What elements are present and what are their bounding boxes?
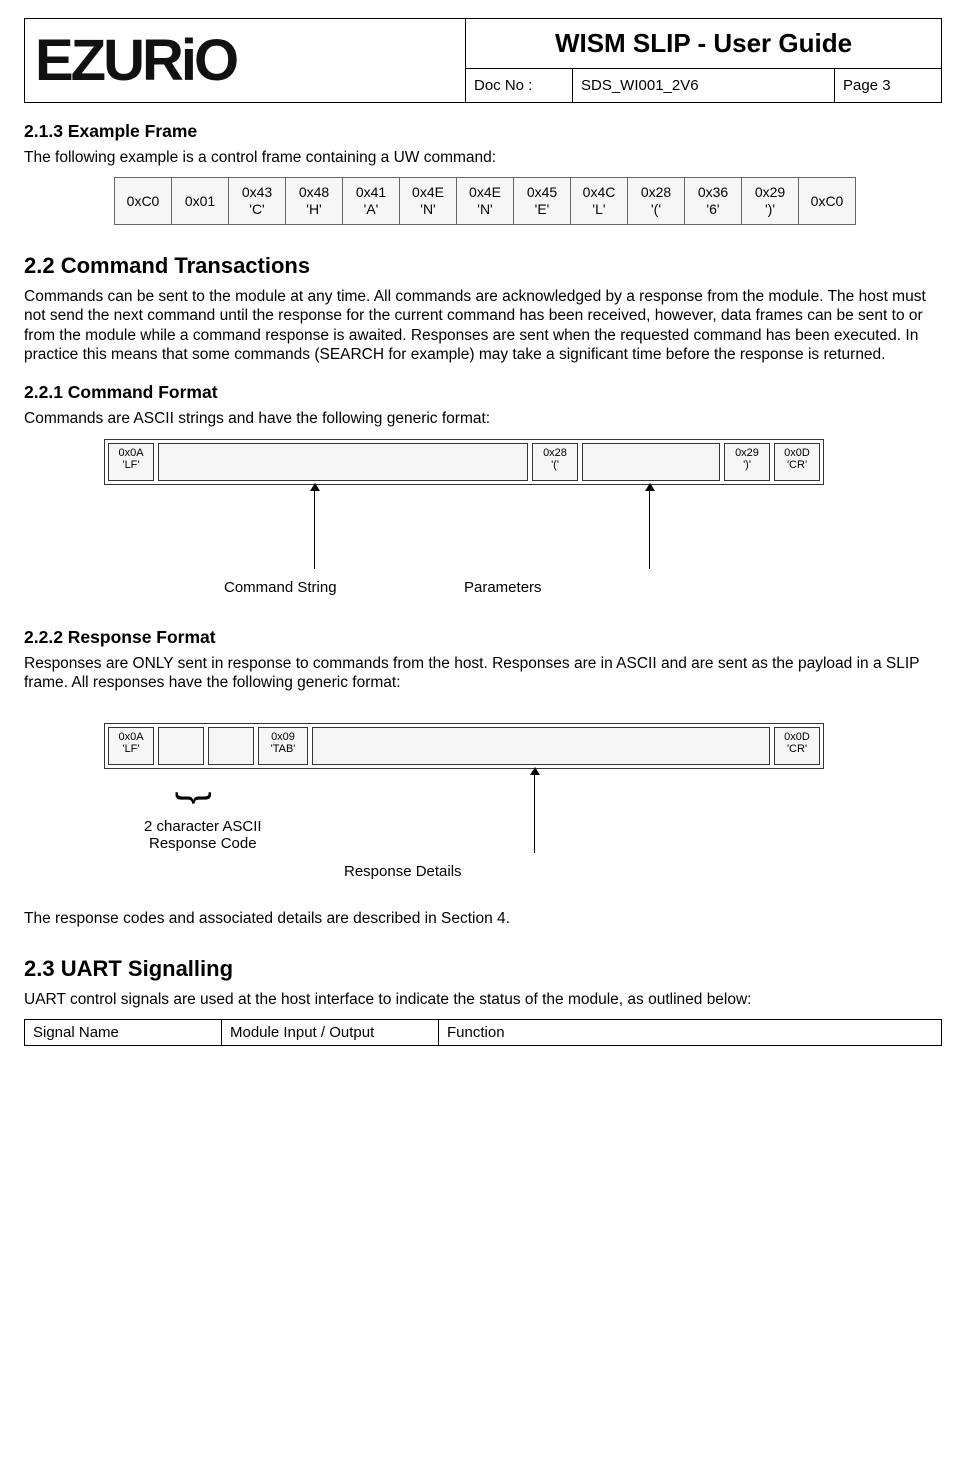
frame-cell: 0x4E'N': [457, 178, 514, 225]
table-header-module-io: Module Input / Output: [222, 1020, 439, 1046]
frame-cell: 0x48'H': [286, 178, 343, 225]
hex: 0x0A: [118, 447, 143, 459]
diagram-label-response-details: Response Details: [344, 863, 462, 880]
diagram-slot-code2: [208, 727, 254, 765]
diagram-box-lparen: 0x28 '(': [532, 443, 578, 481]
diagram-box-lf: 0x0A 'LF': [108, 443, 154, 481]
text-2-2: Commands can be sent to the module at an…: [24, 287, 942, 365]
frame-cell: 0x01: [172, 178, 229, 225]
example-frame-table: 0xC00x010x43'C'0x48'H'0x41'A'0x4E'N'0x4E…: [114, 177, 856, 225]
char: '(': [551, 459, 559, 471]
frame-cell: 0x29')': [742, 178, 799, 225]
frame-cell: 0x4E'N': [400, 178, 457, 225]
frame-cell: 0x28'(': [628, 178, 685, 225]
diagram-box-rparen: 0x29 ')': [724, 443, 770, 481]
char: 'LF': [122, 743, 139, 755]
diagram-label-parameters: Parameters: [464, 579, 542, 596]
page-number: Page 3: [835, 68, 942, 102]
diagram-slot-cmd: [158, 443, 528, 481]
table-header-function: Function: [439, 1020, 942, 1046]
frame-cell: 0xC0: [115, 178, 172, 225]
document-header: EZURiO WISM SLIP - User Guide Doc No : S…: [24, 18, 942, 103]
hex: 0x09: [271, 731, 295, 743]
text-2-2-1: Commands are ASCII strings and have the …: [24, 409, 942, 428]
text-2-1-3: The following example is a control frame…: [24, 148, 942, 167]
hex: 0x29: [735, 447, 759, 459]
frame-cell: 0x41'A': [343, 178, 400, 225]
text-2-2-2: Responses are ONLY sent in response to c…: [24, 654, 942, 693]
char: 'CR': [787, 743, 807, 755]
diagram-label-command-string: Command String: [224, 579, 337, 596]
frame-cell: 0x36'6': [685, 178, 742, 225]
char: 'LF': [122, 459, 139, 471]
logo: EZURiO: [35, 28, 236, 93]
docno-label: Doc No :: [466, 68, 573, 102]
diagram-box-cr: 0x0D 'CR': [774, 443, 820, 481]
command-format-diagram: 0x0A 'LF' 0x28 '(' 0x29 ')' 0x0D 'CR' Co…: [104, 439, 864, 609]
frame-cell: 0x45'E': [514, 178, 571, 225]
uart-signal-table: Signal Name Module Input / Output Functi…: [24, 1019, 942, 1046]
frame-cell: 0x43'C': [229, 178, 286, 225]
diagram-box-cr: 0x0D 'CR': [774, 727, 820, 765]
char: ')': [743, 459, 751, 471]
char: 'CR': [787, 459, 807, 471]
text-response-codes: The response codes and associated detail…: [24, 909, 942, 928]
diagram-box-tab: 0x09 'TAB': [258, 727, 308, 765]
hex: 0x0D: [784, 731, 810, 743]
diagram-slot-params: [582, 443, 720, 481]
docno-value: SDS_WI001_2V6: [573, 68, 835, 102]
char: 'TAB': [271, 743, 296, 755]
heading-2-2-2: 2.2.2 Response Format: [24, 627, 942, 648]
logo-cell: EZURiO: [25, 19, 466, 103]
hex: 0x28: [543, 447, 567, 459]
frame-cell: 0x4C'L': [571, 178, 628, 225]
text-2-3: UART control signals are used at the hos…: [24, 990, 942, 1009]
heading-2-2-1: 2.2.1 Command Format: [24, 382, 942, 403]
diagram-slot-code1: [158, 727, 204, 765]
diagram-label-response-code: 2 character ASCII Response Code: [144, 818, 262, 852]
heading-2-2: 2.2 Command Transactions: [24, 253, 942, 279]
heading-2-1-3: 2.1.3 Example Frame: [24, 121, 942, 142]
document-title: WISM SLIP - User Guide: [466, 19, 942, 69]
hex: 0x0A: [118, 731, 143, 743]
hex: 0x0D: [784, 447, 810, 459]
diagram-box-lf: 0x0A 'LF': [108, 727, 154, 765]
response-format-diagram: 0x0A 'LF' 0x09 'TAB' 0x0D 'CR' } 2 chara…: [104, 703, 864, 903]
diagram-slot-details: [312, 727, 770, 765]
frame-cell: 0xC0: [799, 178, 856, 225]
table-header-signal-name: Signal Name: [25, 1020, 222, 1046]
heading-2-3: 2.3 UART Signalling: [24, 956, 942, 982]
